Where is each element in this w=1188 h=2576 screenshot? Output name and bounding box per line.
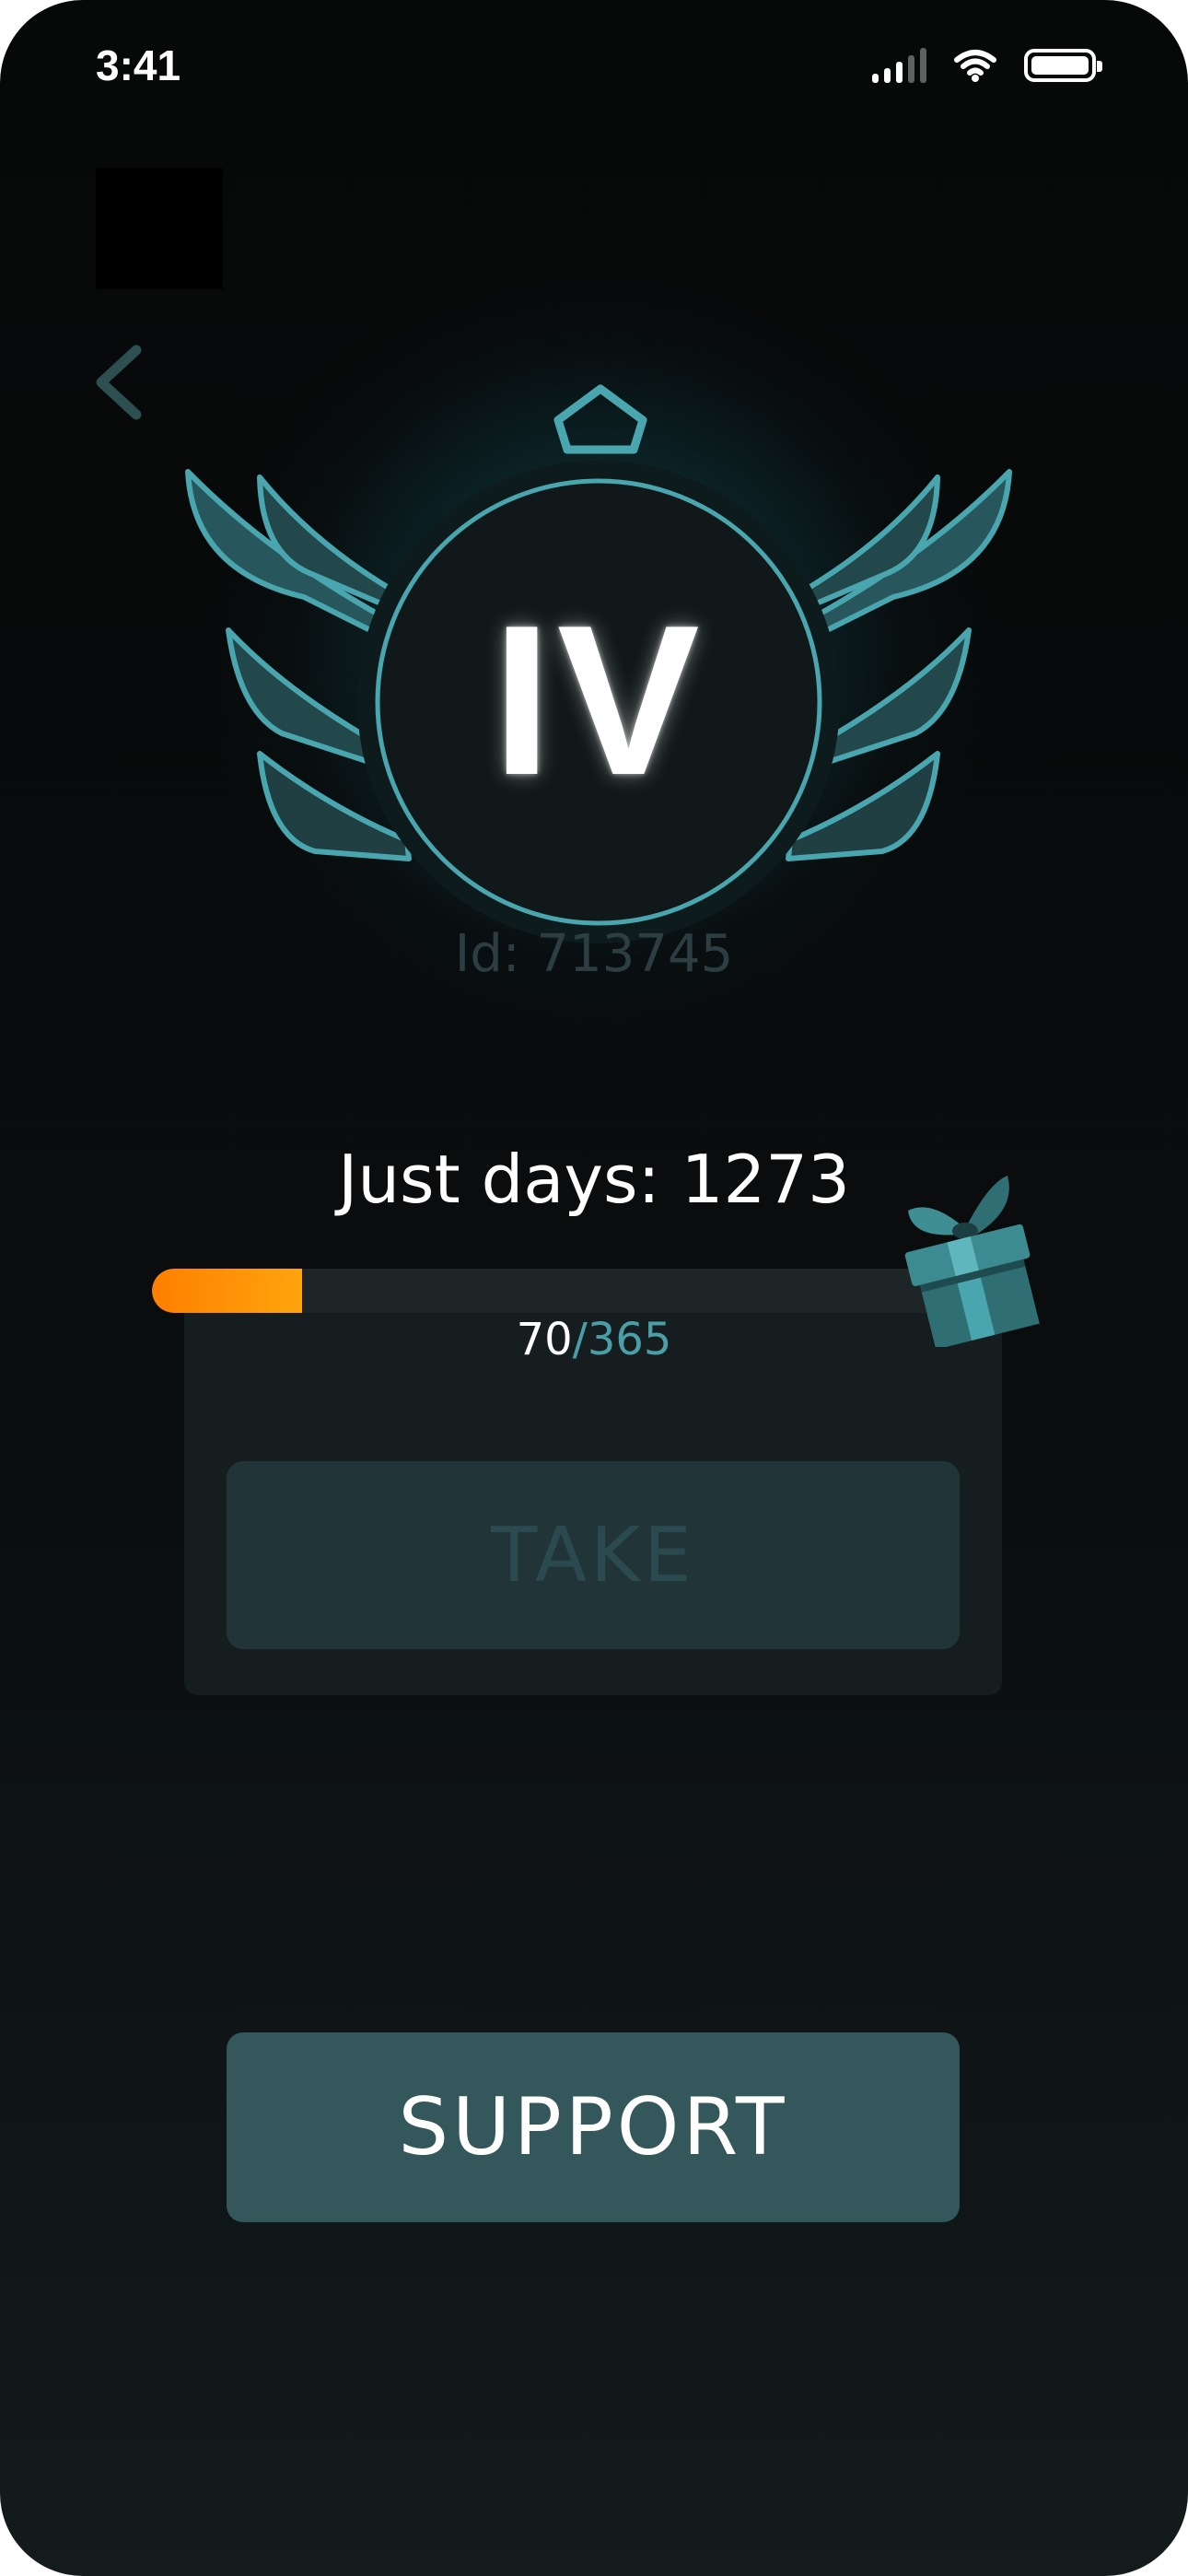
progress-total: 365 — [587, 1314, 672, 1365]
battery-icon — [1024, 49, 1102, 82]
wifi-icon — [954, 50, 996, 82]
progress-current: 70 — [516, 1314, 573, 1365]
status-icons — [872, 44, 1102, 87]
progress-separator: / — [572, 1314, 588, 1365]
gift-box-icon — [904, 1176, 1040, 1347]
take-button[interactable]: TAKE — [227, 1461, 960, 1649]
image-placeholder — [96, 168, 223, 289]
progress-bar — [152, 1269, 944, 1313]
back-chevron-icon[interactable] — [88, 341, 153, 424]
cellular-signal-icon — [872, 48, 926, 83]
status-time: 3:41 — [96, 41, 181, 89]
rank-numeral: IV — [492, 580, 705, 820]
phone-screen: 3:41 IV Id: 713745 Just days: 1273 70/36… — [0, 0, 1188, 2576]
progress-fill — [152, 1269, 303, 1313]
user-id: Id: 713745 — [454, 924, 734, 984]
support-button[interactable]: SUPPORT — [227, 2032, 960, 2222]
